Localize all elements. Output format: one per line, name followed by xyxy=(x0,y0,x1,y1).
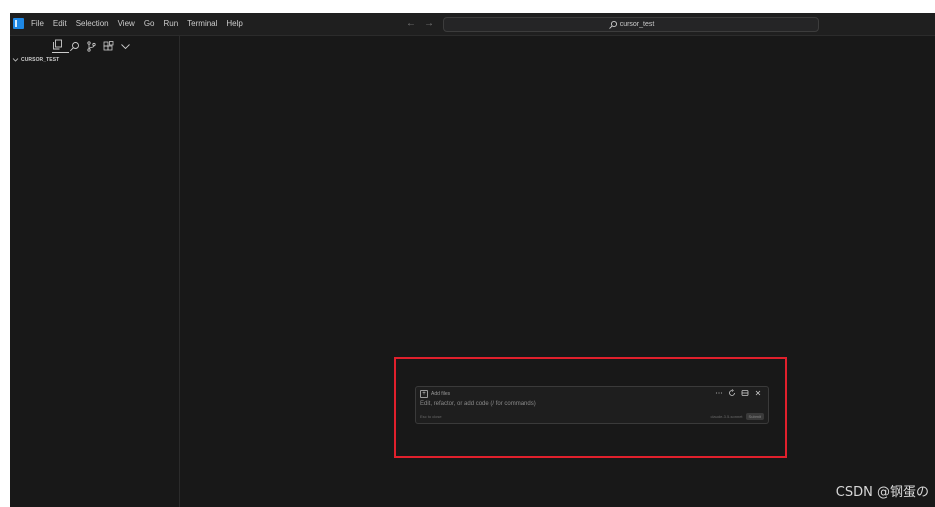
more-icon[interactable] xyxy=(715,389,723,397)
model-selector[interactable]: claude-3.5-sonnet xyxy=(711,414,743,419)
explorer-icon xyxy=(53,39,62,50)
history-icon[interactable] xyxy=(728,389,736,397)
sidebar: CURSOR_TEST xyxy=(10,36,180,507)
extensions-icon[interactable] xyxy=(103,40,114,52)
menu-run[interactable]: Run xyxy=(163,13,178,35)
menu-help[interactable]: Help xyxy=(226,13,242,35)
folder-name: CURSOR_TEST xyxy=(21,56,60,63)
source-control-icon[interactable] xyxy=(86,40,97,52)
model-selector-area: claude-3.5-sonnet Submit xyxy=(711,413,764,420)
close-icon[interactable] xyxy=(754,389,762,397)
menu-go[interactable]: Go xyxy=(144,13,155,35)
submit-button[interactable]: Submit xyxy=(745,413,764,420)
command-center-search[interactable]: cursor_test xyxy=(443,17,819,32)
esc-hint: Esc to close xyxy=(420,414,442,419)
chevron-down-icon xyxy=(12,58,19,62)
layout-icon[interactable] xyxy=(741,389,749,397)
back-arrow-icon[interactable]: ← xyxy=(406,18,416,29)
menu-selection[interactable]: Selection xyxy=(76,13,109,35)
add-files-label: Add files xyxy=(431,391,451,397)
chevron-down-icon[interactable] xyxy=(120,41,131,52)
menu-bar: File Edit Selection View Go Run Terminal… xyxy=(31,13,252,35)
watermark-text: CSDN @钢蛋の xyxy=(835,485,929,500)
explorer-folder-row[interactable]: CURSOR_TEST xyxy=(12,56,59,63)
app-logo-icon xyxy=(13,18,24,29)
add-files-button[interactable]: + Add files xyxy=(420,390,450,398)
title-bar: File Edit Selection View Go Run Terminal… xyxy=(10,13,935,36)
search-icon[interactable] xyxy=(69,41,80,52)
menu-edit[interactable]: Edit xyxy=(53,13,67,35)
app-window: File Edit Selection View Go Run Terminal… xyxy=(10,13,935,507)
prompt-input[interactable]: Edit, refactor, or add code (/ for comma… xyxy=(420,401,536,407)
plus-icon: + xyxy=(420,390,428,398)
menu-terminal[interactable]: Terminal xyxy=(187,13,217,35)
menu-view[interactable]: View xyxy=(118,13,135,35)
menu-file[interactable]: File xyxy=(31,13,44,35)
search-text: cursor_test xyxy=(619,21,655,28)
explorer-tab[interactable] xyxy=(52,39,69,53)
activity-bar xyxy=(52,38,137,54)
forward-arrow-icon[interactable]: → xyxy=(424,18,434,29)
composer-toolbar xyxy=(710,389,762,397)
search-icon xyxy=(608,20,617,29)
inline-composer[interactable]: + Add files Edit, refactor, or add code … xyxy=(415,386,769,424)
